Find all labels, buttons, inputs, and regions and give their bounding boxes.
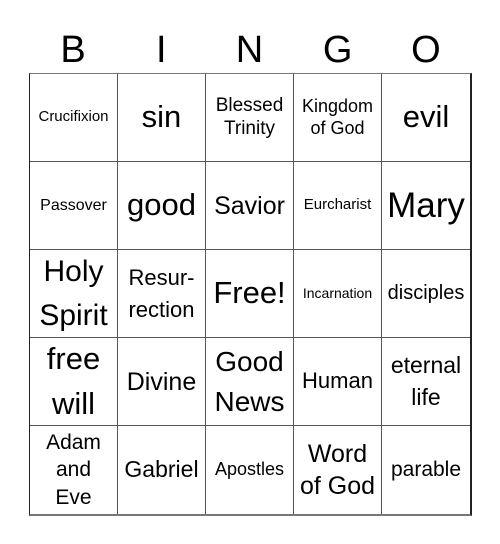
bingo-cell[interactable]: Incarnation	[294, 250, 382, 338]
bingo-cell[interactable]: Apostles	[206, 426, 294, 514]
bingo-cell[interactable]: sin	[118, 74, 206, 162]
bingo-cell[interactable]: disciples	[382, 250, 470, 338]
header-letter: G	[322, 29, 353, 71]
header-letter: N	[235, 29, 264, 71]
bingo-cell[interactable]: evil	[382, 74, 470, 162]
bingo-cell[interactable]: Eurcharist	[294, 162, 382, 250]
bingo-cell[interactable]: Kingdom of God	[294, 74, 382, 162]
bingo-cell[interactable]: free will	[30, 338, 118, 426]
header-letter: I	[156, 29, 167, 71]
bingo-cell[interactable]: Mary	[382, 162, 470, 250]
bingo-cell[interactable]: Blessed Trinity	[206, 74, 294, 162]
bingo-cell[interactable]: Divine	[118, 338, 206, 426]
bingo-cell[interactable]: Human	[294, 338, 382, 426]
bingo-cell[interactable]: Word of God	[294, 426, 382, 514]
bingo-free-space[interactable]: Free!	[206, 250, 294, 338]
bingo-cell[interactable]: Passover	[30, 162, 118, 250]
header-letter: B	[60, 29, 86, 71]
bingo-cell[interactable]: good	[118, 162, 206, 250]
bingo-cell[interactable]: Adam and Eve	[30, 426, 118, 514]
bingo-cell[interactable]: Gabriel	[118, 426, 206, 514]
bingo-cell[interactable]: eternal life	[382, 338, 470, 426]
bingo-header: B I N G O	[29, 28, 470, 72]
bingo-cell[interactable]: Resur-rection	[118, 250, 206, 338]
header-letter: O	[411, 29, 441, 71]
bingo-cell[interactable]: parable	[382, 426, 470, 514]
bingo-cell[interactable]: Holy Spirit	[30, 250, 118, 338]
bingo-cell[interactable]: Savior	[206, 162, 294, 250]
bingo-grid: Crucifixion sin Blessed Trinity Kingdom …	[29, 73, 472, 516]
bingo-cell[interactable]: Good News	[206, 338, 294, 426]
bingo-cell[interactable]: Crucifixion	[30, 74, 118, 162]
